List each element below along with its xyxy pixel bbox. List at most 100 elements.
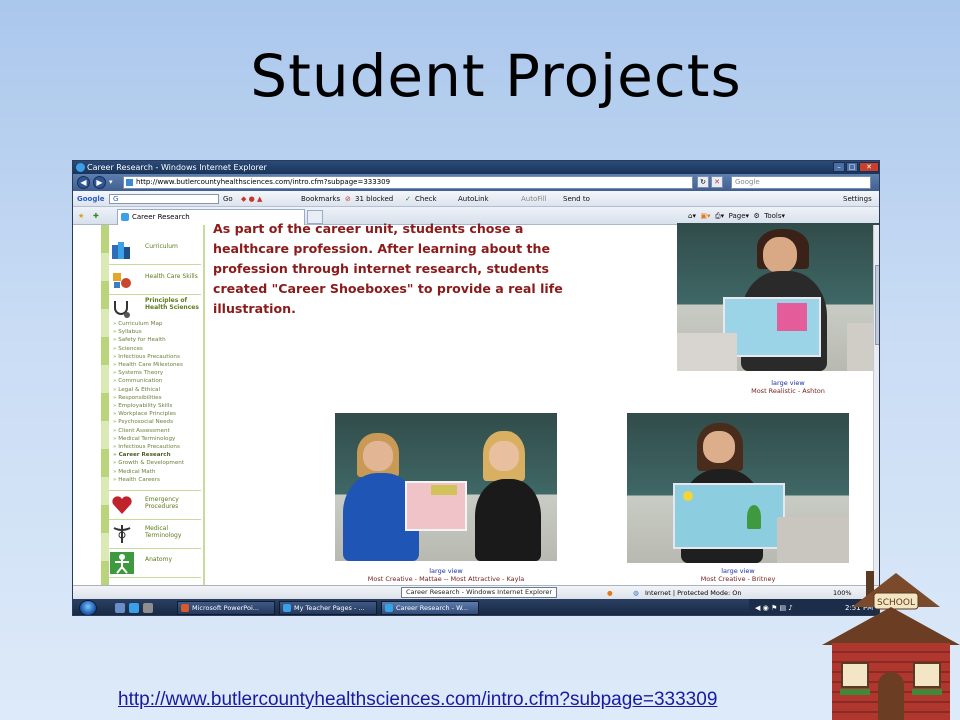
blocked-count[interactable]: 31 blocked xyxy=(355,191,393,207)
home-icon[interactable]: ⌂▾ xyxy=(688,212,696,220)
photo-face xyxy=(703,431,735,463)
sidebar-link[interactable]: Psychosocial Needs xyxy=(113,418,205,426)
sidebar-link[interactable]: Infectious Precautions xyxy=(113,353,205,361)
taskbar-tooltip: Career Research - Windows Internet Explo… xyxy=(401,587,558,598)
sidebar-link[interactable]: Workplace Principles xyxy=(113,410,205,418)
tray-icons[interactable]: ◀ ◉ ⚑ ▤ ♪ xyxy=(755,599,793,615)
schoolhouse-icon: SCHOOL xyxy=(822,571,960,720)
google-search-input[interactable] xyxy=(109,194,219,204)
search-input[interactable]: Google xyxy=(731,176,871,189)
ie-icon xyxy=(283,604,291,612)
security-zone[interactable]: Internet | Protected Mode: On xyxy=(645,586,742,600)
taskbar-button-powerpoint[interactable]: Microsoft PowerPoi... xyxy=(177,601,275,615)
vertical-scrollbar[interactable] xyxy=(873,225,879,585)
photo-mattae-kayla[interactable] xyxy=(335,413,557,561)
print-icon[interactable]: ⎙▾ xyxy=(715,212,724,220)
divider xyxy=(109,577,201,578)
powerpoint-icon xyxy=(181,604,189,612)
toolbar-shortcut-icons[interactable]: ◆ ● ▲ xyxy=(241,191,262,207)
back-button[interactable]: ◀ xyxy=(77,176,90,189)
sidebar-item-anatomy[interactable]: Anatomy xyxy=(109,550,203,576)
ie-quicklaunch-icon[interactable] xyxy=(129,603,139,613)
sidebar-link[interactable]: Sciences xyxy=(113,345,205,353)
sidebar-link-active[interactable]: Career Research xyxy=(113,451,205,459)
sidebar-link[interactable]: Medical Math xyxy=(113,468,205,476)
sidebar-link[interactable]: Health Care Milestones xyxy=(113,361,205,369)
sidebar-link[interactable]: Systems Theory xyxy=(113,369,205,377)
stop-icon[interactable]: ✕ xyxy=(711,176,723,188)
sidebar-item-med-terminology[interactable]: Medical Terminology xyxy=(109,521,203,547)
google-logo: Google xyxy=(77,195,105,203)
sidebar-link[interactable]: Legal & Ethical xyxy=(113,386,205,394)
check-button[interactable]: Check xyxy=(415,191,437,207)
google-go-button[interactable]: Go xyxy=(223,191,233,207)
switch-windows-icon[interactable] xyxy=(143,603,153,613)
photo-britney[interactable] xyxy=(627,413,849,563)
settings-button[interactable]: Settings xyxy=(843,191,872,207)
sidebar-link[interactable]: Responsibilities xyxy=(113,394,205,402)
address-text: http://www.butlercountyhealthsciences.co… xyxy=(136,178,391,186)
sidebar-link[interactable]: Growth & Development xyxy=(113,459,205,467)
ie-logo-icon xyxy=(76,163,85,172)
books-icon xyxy=(112,242,130,259)
slide-title: Student Projects xyxy=(250,42,742,110)
add-favorites-icon[interactable]: ✚ xyxy=(93,207,99,225)
sidebar-link[interactable]: Medical Terminology xyxy=(113,435,205,443)
address-row: ◀ ▶ ▾ http://www.butlercountyhealthscien… xyxy=(73,174,879,191)
show-desktop-icon[interactable] xyxy=(115,603,125,613)
refresh-icon[interactable]: ↻ xyxy=(697,176,709,188)
sidebar-link[interactable]: Infectious Precautions xyxy=(113,443,205,451)
main-content: As part of the career unit, students cho… xyxy=(205,221,879,585)
close-icon[interactable]: ✕ xyxy=(859,162,879,172)
dropdown-history-icon[interactable]: ▾ xyxy=(109,178,113,186)
sidebar-link[interactable]: Client Assessment xyxy=(113,427,205,435)
large-view-link[interactable]: large view xyxy=(627,567,849,575)
sendto-button[interactable]: Send to xyxy=(563,191,590,207)
sidebar-link[interactable]: Employability Skills xyxy=(113,402,205,410)
divider xyxy=(109,548,201,549)
sidebar-item-principles[interactable]: Principles of Health Sciences xyxy=(109,296,203,322)
autolink-button[interactable]: AutoLink xyxy=(458,191,489,207)
safety-icon[interactable]: ⚙ xyxy=(754,212,760,220)
sidebar-link[interactable]: Communication xyxy=(113,377,205,385)
caption-britney: large view Most Creative - Britney xyxy=(627,567,849,583)
globe-icon: ◍ xyxy=(633,589,639,597)
taskbar-button-teacher-pages[interactable]: My Teacher Pages - ... xyxy=(279,601,377,615)
sidebar-item-emergency[interactable]: Emergency Procedures xyxy=(109,492,203,518)
tab-label: Career Research xyxy=(132,213,190,221)
taskbar-button-career-research[interactable]: Career Research - W... xyxy=(381,601,479,615)
search-placeholder: Google xyxy=(735,178,760,186)
page-menu[interactable]: Page xyxy=(729,212,746,220)
sidebar-item-curriculum[interactable]: Curriculum xyxy=(109,237,203,263)
large-view-link[interactable]: large view xyxy=(677,379,879,387)
photo-caption: Most Creative - Mattae -- Most Attractiv… xyxy=(367,575,525,583)
address-bar[interactable]: http://www.butlercountyhealthsciences.co… xyxy=(123,176,693,189)
large-view-link[interactable]: large view xyxy=(325,567,567,575)
body-icon xyxy=(110,552,134,574)
forward-button[interactable]: ▶ xyxy=(93,176,106,189)
favorites-star-icon[interactable]: ★ xyxy=(78,207,84,225)
source-url-link[interactable]: http://www.butlercountyhealthsciences.co… xyxy=(118,689,717,711)
photo-face xyxy=(489,441,519,471)
start-button[interactable] xyxy=(79,600,97,615)
sidebar-label: Principles of Health Sciences xyxy=(145,297,199,311)
maximize-icon[interactable]: □ xyxy=(846,162,858,172)
ie-icon xyxy=(385,604,393,612)
divider xyxy=(109,490,201,491)
minimize-icon[interactable]: – xyxy=(833,162,845,172)
sidebar-label: Anatomy xyxy=(145,556,173,563)
scrollbar-thumb[interactable] xyxy=(875,265,879,345)
caduceus-icon xyxy=(113,525,131,543)
bookmarks-button[interactable]: Bookmarks xyxy=(301,191,340,207)
photo-ashton[interactable] xyxy=(677,223,879,371)
sidebar-item-health-care-skills[interactable]: Health Care Skills xyxy=(109,267,203,293)
sidebar-link[interactable]: Syllabus xyxy=(113,328,205,336)
sidebar-link[interactable]: Curriculum Map xyxy=(113,320,205,328)
autofill-button[interactable]: AutoFill xyxy=(521,191,547,207)
intro-paragraph: As part of the career unit, students cho… xyxy=(213,221,563,316)
address-buttons: ↻ ✕ xyxy=(697,176,723,188)
feeds-icon[interactable]: ▣▾ xyxy=(700,212,710,220)
sidebar-link[interactable]: Safety for Health xyxy=(113,336,205,344)
sidebar-link[interactable]: Health Careers xyxy=(113,476,205,484)
tools-menu[interactable]: Tools xyxy=(764,212,781,220)
